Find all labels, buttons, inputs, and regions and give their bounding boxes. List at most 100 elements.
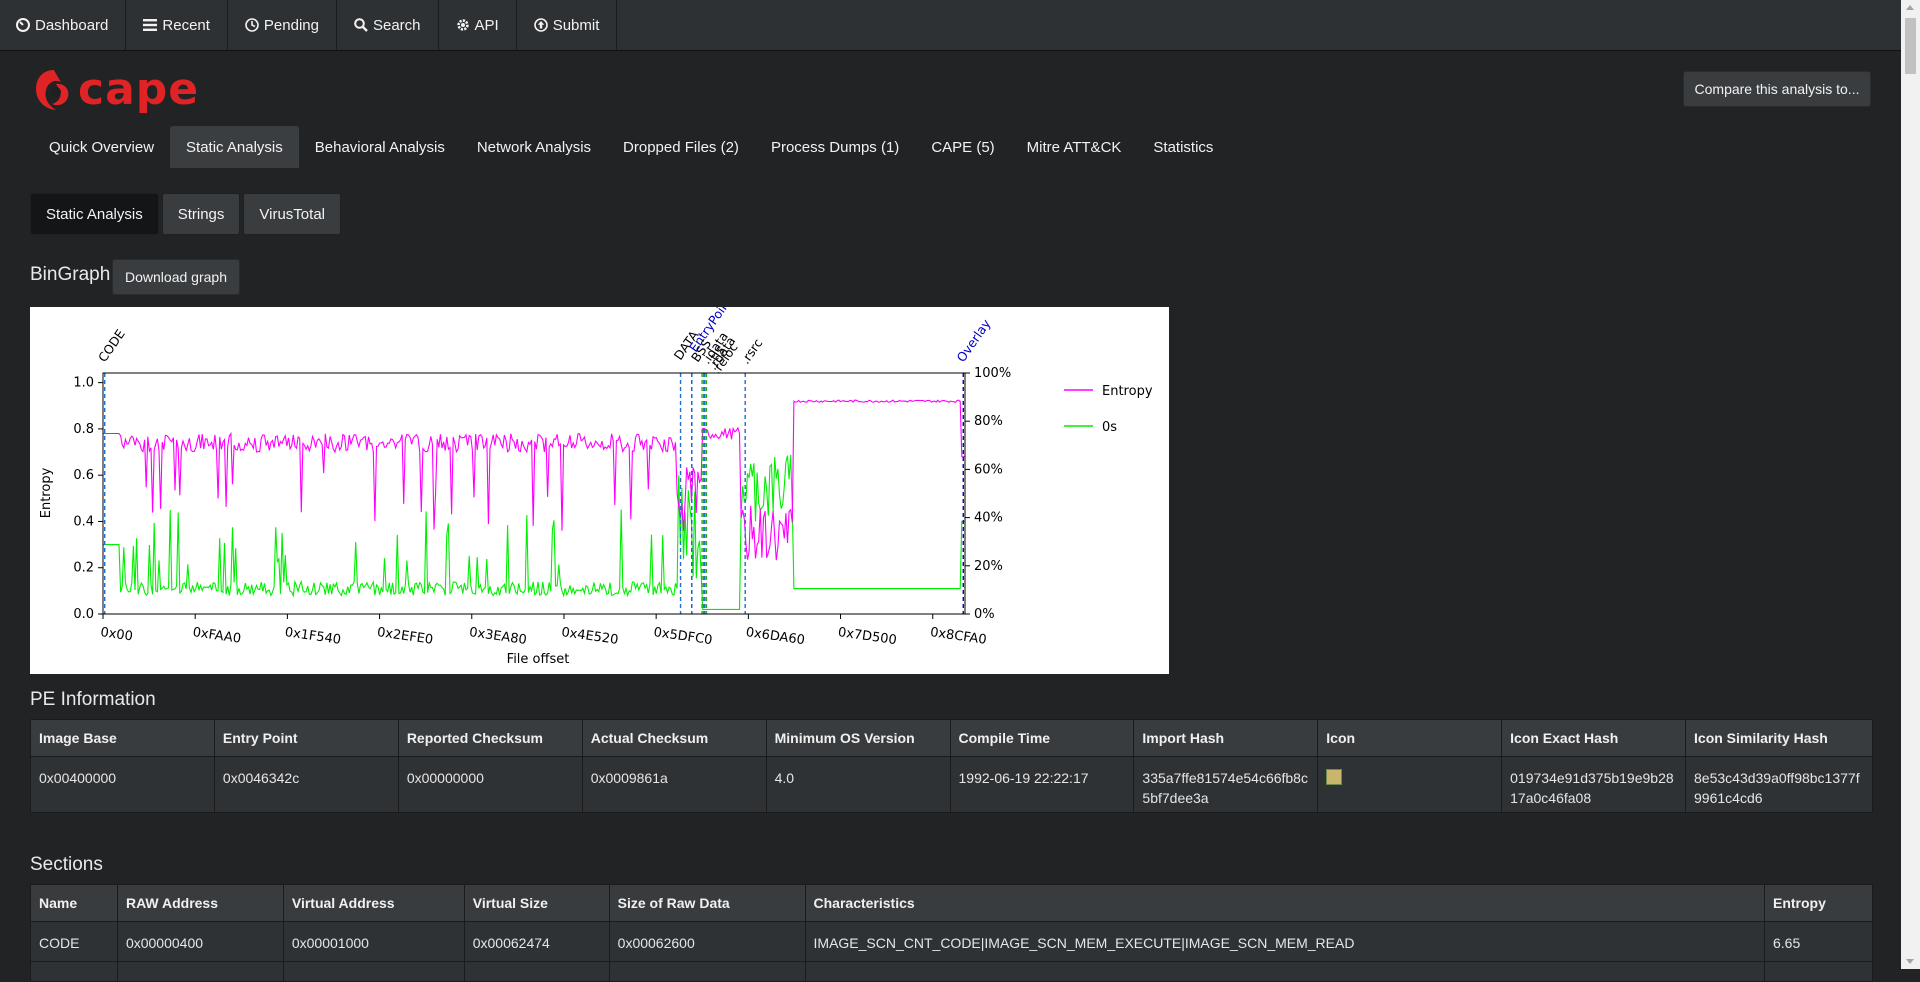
scroll-up-icon[interactable] — [1906, 5, 1914, 10]
legend-label: 0s — [1102, 420, 1117, 435]
y-axis-label: Entropy — [39, 467, 54, 518]
column-header: Minimum OS Version — [765, 719, 951, 757]
column-header: Entry Point — [213, 719, 399, 757]
cape-logo[interactable]: cape — [34, 68, 199, 112]
nav-label: Pending — [263, 16, 319, 34]
y-left-tick-label: 0.6 — [73, 468, 94, 483]
y-right-tick-label: 80% — [974, 414, 1003, 429]
static-sub-tabs: Static Analysis Strings VirusTotal — [30, 193, 341, 235]
actual-checksum-cell: 0x0009861a — [581, 756, 767, 813]
page-scrollbar[interactable] — [1901, 0, 1920, 969]
column-header: Name — [30, 884, 118, 922]
file-icon-image — [1326, 769, 1343, 785]
tab-static-analysis[interactable]: Static Analysis — [170, 126, 299, 168]
nav-api[interactable]: API — [439, 0, 517, 50]
table-row: CODE 0x00000400 0x00001000 0x00062474 0x… — [30, 921, 1873, 962]
column-header: Icon Similarity Hash — [1685, 719, 1873, 757]
tab-quick-overview[interactable]: Quick Overview — [33, 126, 170, 168]
top-navbar: Dashboard Recent Pending Search API Subm… — [0, 0, 1901, 51]
table-cell — [116, 961, 284, 982]
x-tick-label: 0x6DA60 — [745, 625, 806, 648]
tab-cape[interactable]: CAPE (5) — [915, 126, 1010, 168]
cape-logo-icon — [36, 70, 69, 110]
sections-table: Name RAW Address Virtual Address Virtual… — [30, 884, 1873, 982]
table-header-row: Image Base Entry Point Reported Checksum… — [30, 719, 1873, 757]
y-right-tick-label: 100% — [974, 366, 1011, 381]
scroll-down-icon[interactable] — [1906, 959, 1914, 964]
table-header-row: Name RAW Address Virtual Address Virtual… — [30, 884, 1873, 922]
x-tick-label: 0xFAA0 — [192, 625, 242, 647]
nav-pending[interactable]: Pending — [228, 0, 337, 50]
x-axis-label: File offset — [507, 652, 570, 667]
table-cell — [30, 961, 118, 982]
table-row — [30, 961, 1873, 982]
x-tick-label: 0x4E520 — [560, 625, 619, 648]
section-marker-label: .rsrc — [737, 336, 765, 367]
entropy-cell: 6.65 — [1764, 921, 1873, 962]
nav-label: Recent — [162, 16, 210, 34]
image-base-cell: 0x00400000 — [30, 756, 215, 813]
subtab-static-analysis[interactable]: Static Analysis — [30, 193, 159, 235]
tab-process-dumps[interactable]: Process Dumps (1) — [755, 126, 915, 168]
y-right-tick-label: 60% — [974, 462, 1003, 477]
characteristics-cell: IMAGE_SCN_CNT_CODE|IMAGE_SCN_MEM_EXECUTE… — [804, 921, 1766, 962]
subtab-strings[interactable]: Strings — [161, 193, 241, 235]
tab-dropped-files[interactable]: Dropped Files (2) — [607, 126, 755, 168]
nav-label: Submit — [552, 16, 600, 34]
upload-circle-icon — [533, 18, 548, 32]
table-cell — [282, 961, 465, 982]
x-tick-label: 0x7D500 — [837, 625, 898, 648]
legend-label: Entropy — [1102, 384, 1153, 399]
bingraph-svg: 0x00 0xFAA0 0x1F540 0x2EFE0 0x3EA80 0x4E520 0x… — [39, 293, 1153, 667]
tab-statistics[interactable]: Statistics — [1137, 126, 1229, 168]
y-right-tick-label: 0% — [974, 607, 995, 622]
pe-information-title: PE Information — [30, 689, 156, 710]
nav-search[interactable]: Search — [337, 0, 439, 50]
dashboard-icon — [16, 18, 30, 32]
nav-submit[interactable]: Submit — [517, 0, 618, 50]
x-tick-label: 0x2EFE0 — [376, 625, 434, 648]
compare-analysis-button[interactable]: Compare this analysis to... — [1683, 71, 1871, 107]
download-graph-button[interactable]: Download graph — [112, 259, 240, 295]
nav-label: API — [474, 16, 499, 34]
table-cell — [608, 961, 806, 982]
x-tick-label: 0x8CFA0 — [929, 625, 987, 648]
x-tick-label: 0x3EA80 — [468, 625, 527, 648]
column-header: Image Base — [30, 719, 215, 757]
table-cell — [804, 961, 1766, 982]
search-icon — [354, 18, 368, 32]
y-left-tick-label: 0.0 — [73, 607, 94, 622]
bingraph-title: BinGraph — [30, 264, 111, 285]
section-marker-label: CODE — [95, 326, 128, 364]
sections-title: Sections — [30, 854, 103, 875]
table-row: 0x00400000 0x0046342c 0x00000000 0x00098… — [30, 756, 1873, 813]
tab-network-analysis[interactable]: Network Analysis — [461, 126, 607, 168]
subtab-virustotal[interactable]: VirusTotal — [243, 193, 341, 235]
reported-checksum-cell: 0x00000000 — [397, 756, 583, 813]
nav-dashboard[interactable]: Dashboard — [0, 0, 127, 50]
scrollbar-thumb[interactable] — [1905, 18, 1916, 74]
icon-exact-hash-cell: 019734e91d375b19e9b2817a0c46fa08 — [1501, 756, 1687, 813]
import-hash-cell: 335a7ffe81574e54c66fb8c5bf7dee3a — [1133, 756, 1319, 813]
entry-point-cell: 0x0046342c — [213, 756, 399, 813]
column-header: Import Hash — [1133, 719, 1319, 757]
pe-information-table: Image Base Entry Point Reported Checksum… — [30, 719, 1873, 813]
compile-time-cell: 1992-06-19 22:22:17 — [949, 756, 1135, 813]
analysis-tabs: Quick Overview Static Analysis Behaviora… — [33, 126, 1229, 168]
nav-recent[interactable]: Recent — [126, 0, 228, 50]
clock-icon — [245, 18, 259, 32]
column-header: Actual Checksum — [581, 719, 767, 757]
virtual-size-cell: 0x00062474 — [463, 921, 610, 962]
y-right-tick-label: 20% — [974, 559, 1003, 574]
y-left-tick-label: 0.2 — [73, 561, 94, 576]
logo-wordmark: cape — [78, 64, 200, 115]
y-right-tick-label: 40% — [974, 511, 1003, 526]
tab-behavioral-analysis[interactable]: Behavioral Analysis — [299, 126, 461, 168]
tab-mitre-attack[interactable]: Mitre ATT&CK — [1011, 126, 1138, 168]
x-tick-label: 0x5DFC0 — [653, 625, 714, 648]
table-cell — [1764, 961, 1873, 982]
gear-icon — [456, 19, 469, 31]
icon-cell — [1317, 756, 1503, 813]
column-header: Icon Exact Hash — [1501, 719, 1687, 757]
section-marker-label: Overlay — [953, 316, 994, 365]
